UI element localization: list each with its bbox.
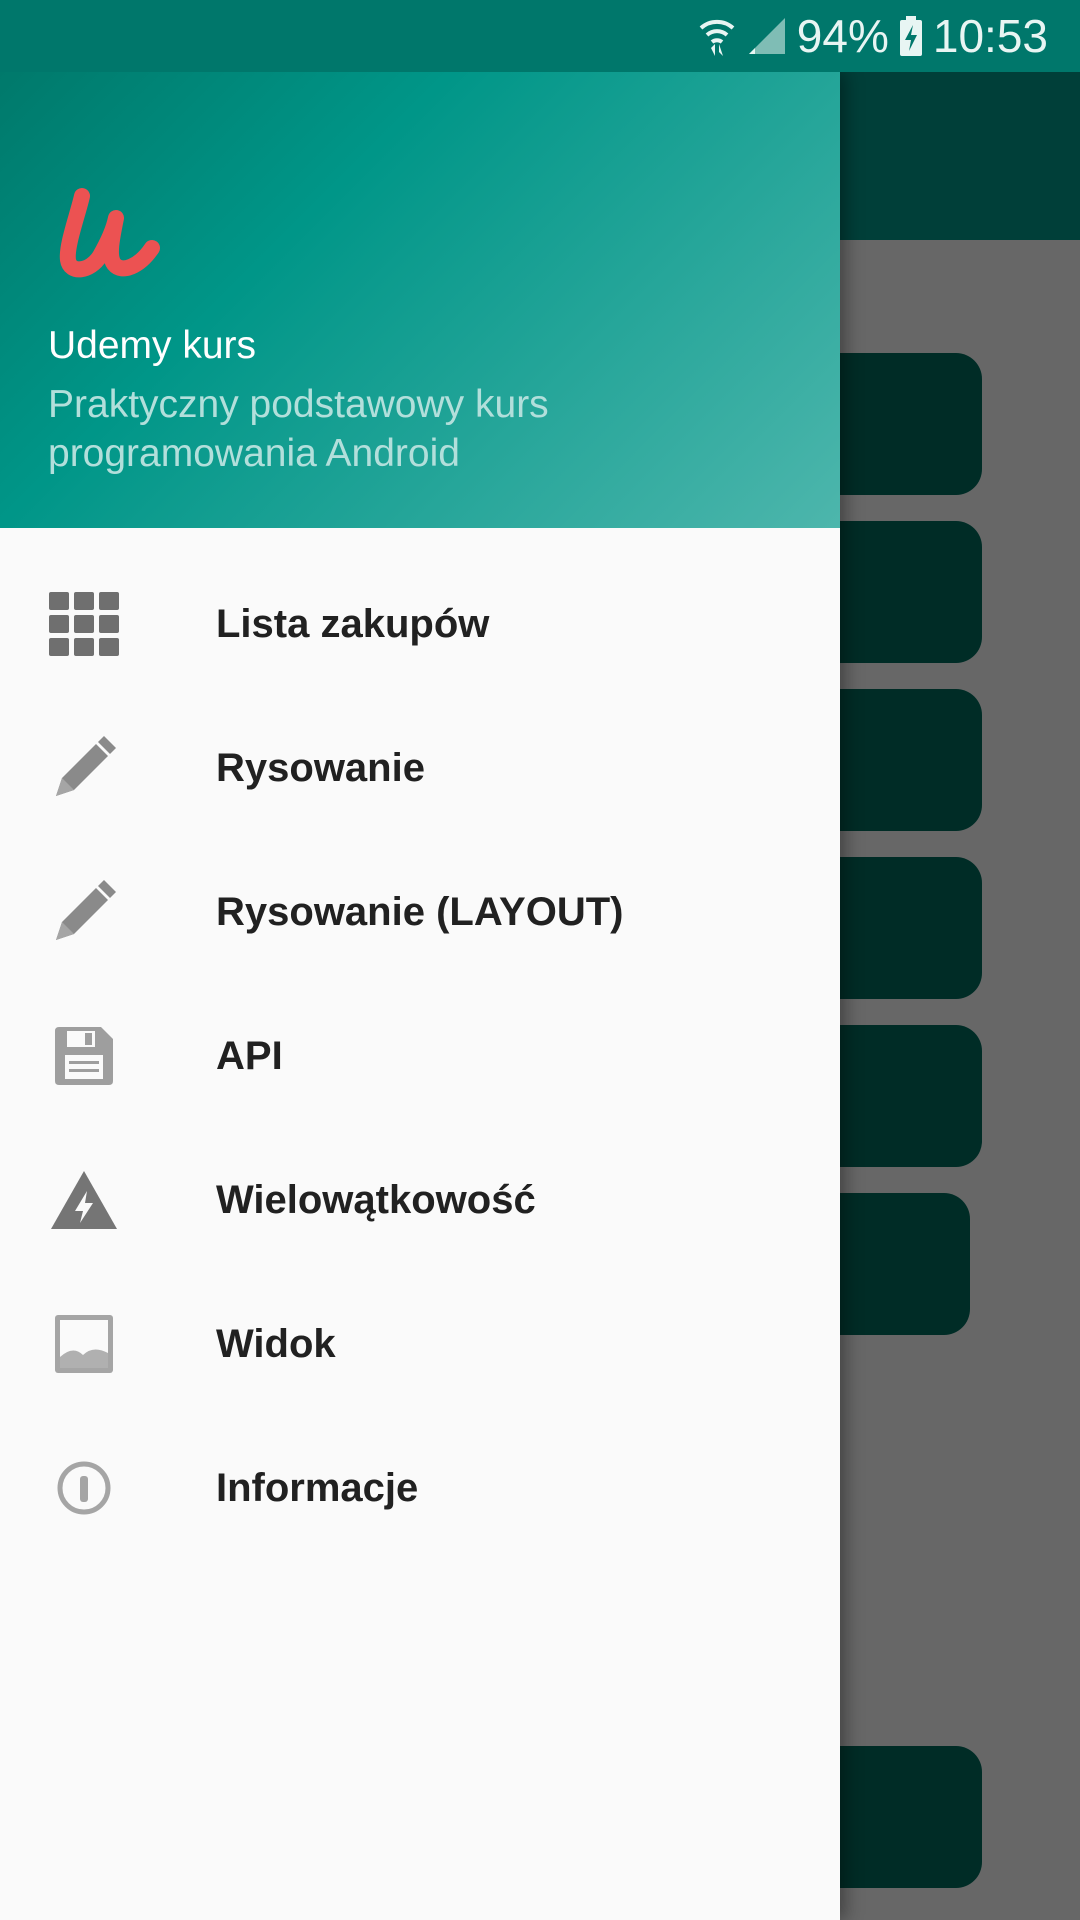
grid-icon [48,588,120,660]
udemy-logo [52,184,164,280]
signal-icon [747,16,787,56]
menu-item-rysowanie-layout[interactable]: Rysowanie (LAYOUT) [0,840,840,984]
menu-item-label: Rysowanie [216,745,425,790]
menu-item-rysowanie[interactable]: Rysowanie [0,696,840,840]
menu-item-widok[interactable]: Widok [0,1272,840,1416]
menu-item-label: API [216,1033,283,1078]
navigation-drawer: Udemy kurs Praktyczny podstawowy kurs pr… [0,72,840,1920]
menu-item-label: Wielowątkowość [216,1177,536,1222]
wifi-icon [697,14,737,58]
header-title: Udemy kurs [48,324,257,367]
battery-charging-icon [899,16,923,56]
save-icon [48,1020,120,1092]
status-icons: 94% 10:53 [697,0,1048,72]
screen: 94% 10:53 Udemy kurs Praktyczny podstawo… [0,0,1080,1920]
status-bar: 94% 10:53 [0,0,1080,72]
drawer-header: Udemy kurs Praktyczny podstawowy kurs pr… [0,72,840,528]
clock: 10:53 [932,10,1048,62]
menu-item-label: Widok [216,1321,336,1366]
pencil-icon [48,732,120,804]
menu-item-label: Informacje [216,1465,419,1510]
menu-item-lista-zakupow[interactable]: Lista zakupów [0,552,840,696]
image-icon [48,1308,120,1380]
header-subtitle: Praktyczny podstawowy kurs programowania… [48,383,549,475]
battery-percent: 94% [796,10,889,62]
flash-warning-icon [48,1164,120,1236]
menu-item-label: Rysowanie (LAYOUT) [216,889,624,934]
menu-item-api[interactable]: API [0,984,840,1128]
menu-item-wielowatkowosc[interactable]: Wielowątkowość [0,1128,840,1272]
menu-item-informacje[interactable]: Informacje [0,1416,840,1560]
drawer-menu: Lista zakupów Rysowanie Rysowanie (LAYOU… [0,552,840,1560]
menu-item-label: Lista zakupów [216,601,490,646]
pencil-icon [48,876,120,948]
info-icon [48,1452,120,1524]
